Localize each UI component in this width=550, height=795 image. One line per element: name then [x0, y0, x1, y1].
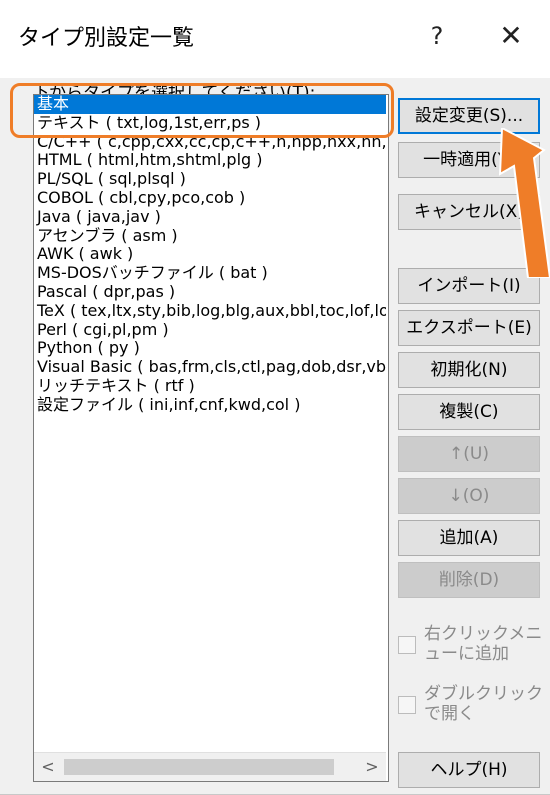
double-click-open-label: ダブルクリックで開く	[424, 684, 543, 724]
export-button[interactable]: エクスポート(E)	[398, 310, 540, 346]
pointer-arrow-icon	[498, 128, 550, 278]
list-item[interactable]: HTML ( html,htm,shtml,plg )	[34, 151, 386, 170]
help-button[interactable]: ヘルプ(H)	[398, 752, 540, 788]
list-item[interactable]: AWK ( awk )	[34, 245, 386, 264]
help-icon[interactable]: ?	[412, 16, 462, 56]
list-item[interactable]: Visual Basic ( bas,frm,cls,ctl,pag,dob,d…	[34, 358, 386, 377]
type-listbox[interactable]: 基本 テキスト ( txt,log,1st,err,ps ) C/C++ ( c,c…	[33, 94, 389, 782]
scrollbar-thumb[interactable]	[64, 759, 334, 775]
delete-button[interactable]: 削除(D)	[398, 562, 540, 598]
chevron-right-icon[interactable]: >	[358, 753, 386, 781]
close-icon[interactable]: ✕	[486, 16, 536, 56]
chevron-left-icon[interactable]: <	[34, 753, 62, 781]
list-item[interactable]: MS-DOSバッチファイル ( bat )	[34, 264, 386, 283]
list-item[interactable]: TeX ( tex,ltx,sty,bib,log,blg,aux,bbl,to…	[34, 302, 386, 321]
initialize-button[interactable]: 初期化(N)	[398, 352, 540, 388]
list-item[interactable]: Perl ( cgi,pl,pm )	[34, 321, 386, 340]
right-click-menu-label: 右クリックメニューに追加	[424, 624, 543, 664]
move-up-button[interactable]: ↑(U)	[398, 436, 540, 472]
type-settings-dialog: タイプ別設定一覧 ? ✕ 下からタイプを選択してください(T): 基本 テキスト …	[0, 0, 550, 795]
duplicate-button[interactable]: 複製(C)	[398, 394, 540, 430]
list-item[interactable]: Java ( java,jav )	[34, 208, 386, 227]
horizontal-scrollbar[interactable]: < >	[34, 752, 386, 781]
list-item[interactable]: COBOL ( cbl,cpy,pco,cob )	[34, 189, 386, 208]
list-item[interactable]: 基本	[34, 95, 386, 114]
list-item[interactable]: Pascal ( dpr,pas )	[34, 283, 386, 302]
dialog-title: タイプ別設定一覧	[18, 26, 195, 51]
list-item[interactable]: C/C++ ( c,cpp,cxx,cc,cp,c++,h,hpp,hxx,hh…	[34, 133, 386, 152]
list-item[interactable]: リッチテキスト ( rtf )	[34, 377, 386, 396]
list-item[interactable]: 設定ファイル ( ini,inf,cnf,kwd,col )	[34, 396, 386, 415]
type-list: 基本 テキスト ( txt,log,1st,err,ps ) C/C++ ( c,c…	[34, 95, 386, 415]
double-click-open-checkbox[interactable]	[398, 696, 416, 714]
list-item[interactable]: アセンブラ ( asm )	[34, 227, 386, 246]
list-item[interactable]: PL/SQL ( sql,plsql )	[34, 170, 386, 189]
list-item[interactable]: テキスト ( txt,log,1st,err,ps )	[34, 114, 386, 133]
title-bar: タイプ別設定一覧 ? ✕	[0, 0, 550, 78]
add-button[interactable]: 追加(A)	[398, 520, 540, 556]
right-click-menu-checkbox[interactable]	[398, 636, 416, 654]
list-item[interactable]: Python ( py )	[34, 339, 386, 358]
move-down-button[interactable]: ↓(O)	[398, 478, 540, 514]
